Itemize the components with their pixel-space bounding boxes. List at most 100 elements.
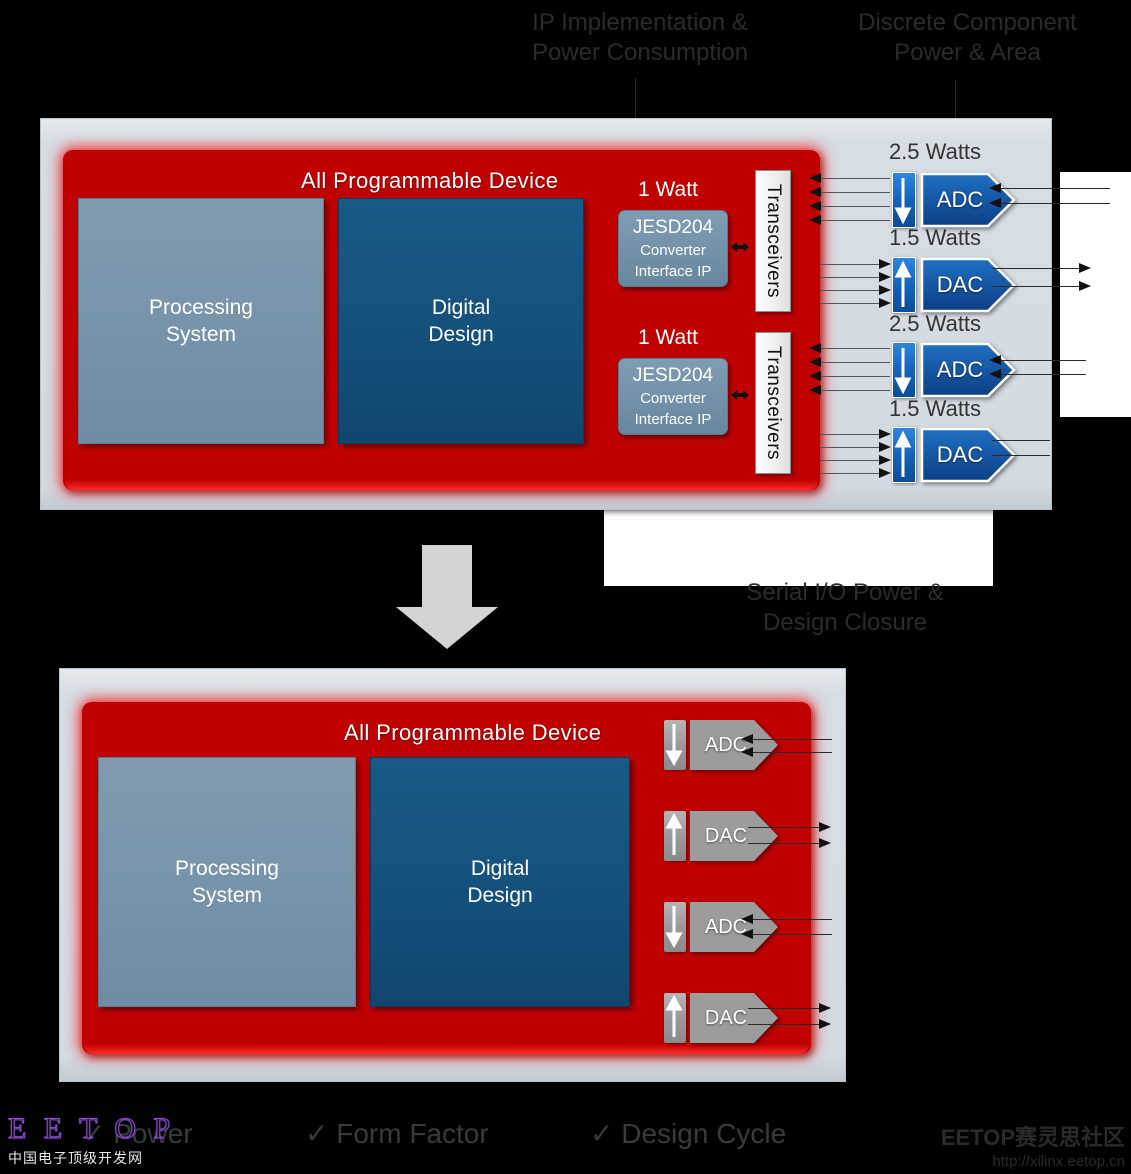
external-line — [752, 739, 832, 740]
external-line — [1000, 374, 1086, 375]
arrow-head-icon — [989, 183, 1001, 208]
bottom-converter-dac-2-label: DAC — [704, 1006, 748, 1029]
top-processing-system: Processing System — [78, 198, 324, 444]
direction-down-icon — [664, 720, 686, 770]
external-line — [752, 752, 832, 753]
bottom-processing-system-line2: System — [191, 884, 262, 907]
external-line — [992, 455, 1050, 456]
external-line — [992, 440, 1050, 441]
annotation-ip-implementation-line2: Power Consumption — [531, 39, 749, 66]
top-device-title: All Programmable Device — [301, 168, 559, 193]
direction-down-icon — [892, 342, 916, 398]
arrow-head-icon — [809, 343, 821, 395]
external-line — [1000, 188, 1110, 189]
top-jesd204-ip-1: JESD204 Converter Interface IP — [618, 210, 728, 287]
arrow-head-icon — [741, 914, 753, 939]
top-digital-design-line1: Digital — [431, 296, 491, 319]
top-jesd204-ip-1-line1: JESD204 — [632, 216, 714, 238]
top-digital-design: Digital Design — [338, 198, 584, 444]
transition-down-arrow-icon — [396, 545, 498, 649]
external-line — [1000, 203, 1110, 204]
connector-line — [820, 192, 890, 193]
external-line — [1000, 360, 1086, 361]
external-line — [752, 934, 832, 935]
arrow-head-icon — [879, 259, 891, 308]
watermark-eetop-right-url: http://xilinx.eetop.cn — [992, 1153, 1125, 1170]
connector-line — [820, 473, 882, 474]
top-jesd204-ip-2: JESD204 Converter Interface IP — [618, 358, 728, 435]
top-transceivers-1-label: Transceivers — [763, 183, 784, 299]
bottom-converter-dac-2-body: DAC — [690, 993, 778, 1043]
top-jesd204-ip-2-line2: Converter — [640, 389, 706, 407]
top-converter-dac-1-body: DAC — [920, 257, 1016, 313]
connector-line — [820, 376, 890, 377]
bottom-digital-design-line1: Digital — [470, 857, 530, 880]
top-processing-system-line2: System — [165, 323, 236, 346]
annotation-serial-io-line1: Serial I/O Power & — [746, 579, 944, 606]
connector-line — [820, 220, 890, 221]
bottom-digital-design-line2: Design — [467, 884, 533, 907]
top-transceivers-1: Transceivers — [755, 170, 791, 312]
direction-up-icon — [664, 811, 686, 861]
bottom-converter-dac-2: DAC — [664, 993, 778, 1043]
serial-io-panel — [604, 508, 993, 586]
bottom-processing-system: Processing System — [98, 757, 356, 1007]
top-converter-dac-1-label: DAC — [936, 272, 984, 297]
external-line — [752, 919, 832, 920]
external-line — [992, 286, 1084, 287]
arrow-head-icon — [741, 734, 753, 757]
benefit-form-factor: ✓ Form Factor — [305, 1117, 489, 1150]
watermark-eetop-right-brand: EETOP赛灵思社区 — [940, 1125, 1125, 1150]
connector-line — [820, 277, 882, 278]
connector-line — [820, 178, 890, 179]
top-ip-watt-label-2: 1 Watt — [638, 326, 698, 349]
top-jesd204-ip-1-line2: Converter — [640, 241, 706, 259]
external-line — [748, 1024, 822, 1025]
top-transceivers-2-label: Transceivers — [763, 345, 784, 461]
connector-line — [820, 434, 882, 435]
watermark-eetop-right: EETOP赛灵思社区 http://xilinx.eetop.cn — [941, 1120, 1125, 1170]
annotation-serial-io-line2: Design Closure — [762, 609, 928, 636]
connector-line — [820, 362, 890, 363]
direction-up-icon — [892, 257, 916, 313]
benefit-design-cycle: ✓ Design Cycle — [590, 1117, 786, 1150]
top-digital-design-line2: Design — [428, 323, 494, 346]
discrete-component-panel — [1060, 172, 1131, 417]
bottom-converter-dac-1-body: DAC — [690, 811, 778, 861]
annotation-discrete-component-line2: Power & Area — [894, 39, 1041, 66]
external-line — [992, 268, 1084, 269]
connector-line — [820, 390, 890, 391]
external-line — [748, 827, 822, 828]
benefit-design-cycle-label: Design Cycle — [621, 1118, 787, 1149]
bottom-converter-adc-2-body: ADC — [690, 902, 778, 952]
top-ip-watt-label-1: 1 Watt — [638, 178, 698, 201]
direction-up-icon — [892, 427, 916, 483]
top-converter-watts-2: 1.5 Watts — [888, 225, 982, 250]
watermark-eetop-left-sub: 中国电子顶级开发网 — [8, 1150, 143, 1166]
annotation-ip-implementation-line1: IP Implementation & — [532, 9, 748, 36]
top-converter-watts-1: 2.5 Watts — [888, 139, 982, 164]
watermark-eetop-left: E E T O P 中国电子顶级开发网 — [7, 1112, 175, 1168]
bottom-converter-adc-1-body: ADC — [690, 720, 778, 770]
arrow-head-icon — [809, 173, 821, 225]
connector-line — [820, 264, 882, 265]
annotation-discrete-component: Discrete Component Power & Area — [830, 8, 1105, 68]
bottom-converter-adc-2: ADC — [664, 902, 778, 952]
arrow-head-icon — [819, 822, 831, 848]
annotation-ip-implementation: IP Implementation & Power Consumption — [500, 8, 780, 68]
connector-line — [820, 206, 890, 207]
connector-line — [820, 460, 882, 461]
bottom-device-title: All Programmable Device — [344, 720, 602, 745]
top-jesd204-ip-2-line1: JESD204 — [632, 364, 714, 386]
bottom-converter-adc-1: ADC — [664, 720, 778, 770]
bottom-processing-system-line1: Processing — [175, 857, 279, 880]
external-line — [748, 1008, 822, 1009]
top-converter-dac-1: DAC — [892, 257, 1016, 313]
arrow-head-icon — [989, 355, 1001, 379]
connector-line — [820, 303, 882, 304]
check-icon: ✓ — [590, 1118, 614, 1149]
top-processing-system-line1: Processing — [149, 296, 253, 319]
external-line — [748, 843, 822, 844]
bidir-arrow-icon-1 — [731, 242, 749, 252]
connector-line — [820, 290, 882, 291]
